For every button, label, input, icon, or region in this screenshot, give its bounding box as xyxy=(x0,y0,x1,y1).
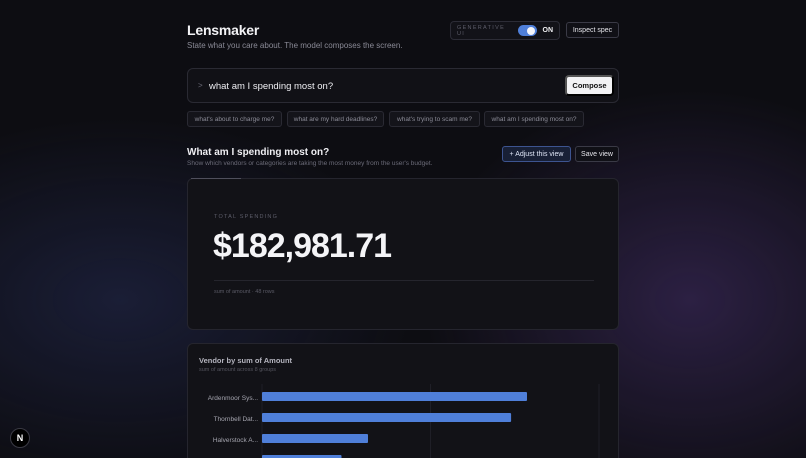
chart-title: Vendor by sum of Amount xyxy=(199,356,293,365)
framework-badge-icon[interactable]: N xyxy=(10,428,30,448)
bar-chart: Ardenmoor Sys... Thornbell Dat... Halverst… xyxy=(208,384,600,458)
view-title: What am I spending most on? xyxy=(187,147,330,158)
generative-ui-toggle[interactable]: GENERATIVE UI ON xyxy=(450,21,560,40)
toggle-knob xyxy=(527,26,535,35)
suggestion-chip[interactable]: what are my hard deadlines? xyxy=(287,111,384,127)
inspect-spec-button[interactable]: Inspect spec xyxy=(566,22,619,38)
bar-category-label: Thornbell Dat... xyxy=(214,416,259,423)
prompt-caret-icon: > xyxy=(198,81,203,90)
chart-subtitle: sum of amount across 8 groups xyxy=(199,367,277,373)
save-view-button[interactable]: Save view xyxy=(575,146,619,162)
generative-ui-state: ON xyxy=(542,27,554,34)
compose-button[interactable]: Compose xyxy=(565,75,614,96)
bar[interactable] xyxy=(262,413,512,422)
bar[interactable] xyxy=(262,392,527,401)
kpi-label: TOTAL SPENDING xyxy=(214,214,279,220)
kpi-value: $182,981.71 xyxy=(213,227,392,265)
suggestion-chip[interactable]: what's about to charge me? xyxy=(187,111,282,127)
kpi-divider xyxy=(214,280,594,281)
bar[interactable] xyxy=(262,434,368,443)
suggestion-chip[interactable]: what am I spending most on? xyxy=(484,111,584,127)
view-description: Show which vendors or categories are tak… xyxy=(187,160,433,167)
bar-category-label: Halverstock A... xyxy=(213,437,258,444)
adjust-view-button[interactable]: + Adjust this view xyxy=(502,146,571,162)
suggestion-chip[interactable]: what's trying to scam me? xyxy=(389,111,480,127)
bar-category-label: Ardenmoor Sys... xyxy=(208,395,258,402)
prompt-box: > xyxy=(187,68,619,103)
app-subtitle: State what you care about. The model com… xyxy=(187,41,403,50)
generative-ui-label: GENERATIVE UI xyxy=(457,24,506,37)
toggle-switch[interactable] xyxy=(518,25,537,36)
kpi-footnote: sum of amount · 48 rows xyxy=(214,289,275,295)
prompt-input[interactable] xyxy=(209,78,539,94)
app-title: Lensmaker xyxy=(187,22,260,38)
total-spending-card: TOTAL SPENDING $182,981.71 sum of amount… xyxy=(187,178,619,330)
card-tab-accent xyxy=(191,178,241,179)
vendor-chart-card: Vendor by sum of Amount sum of amount ac… xyxy=(187,343,619,458)
